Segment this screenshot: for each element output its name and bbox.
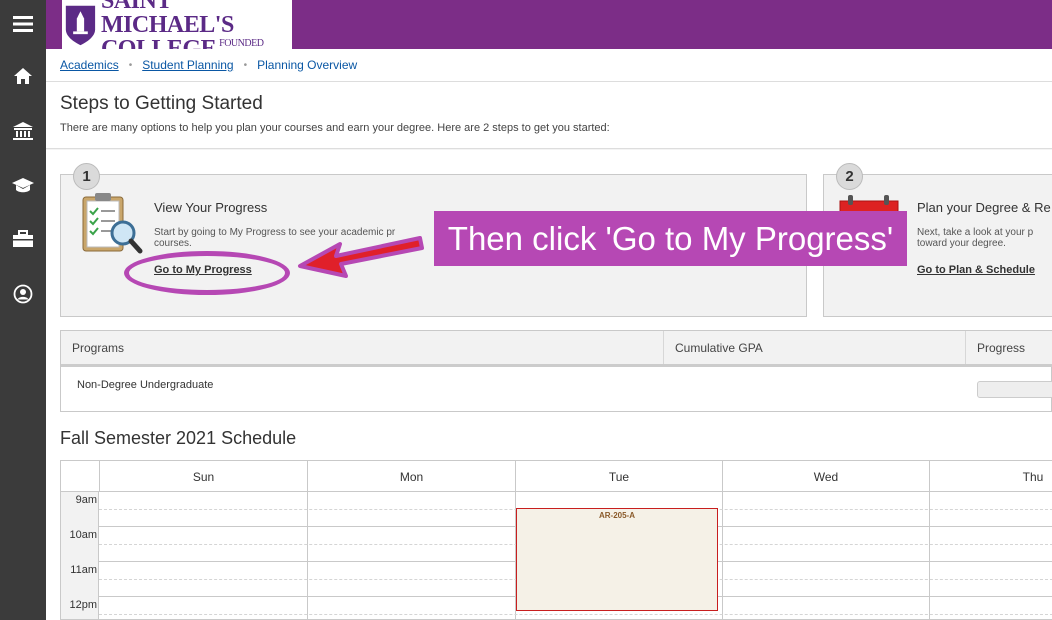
step-title: Plan your Degree & Re [917,200,1051,215]
graduation-cap-icon[interactable] [0,165,46,205]
user-icon[interactable] [0,274,46,314]
time-label: 11am [70,564,97,576]
day-header-mon: Mon [307,461,515,492]
step-description: Next, take a look at your p toward your … [917,227,1052,249]
day-header-wed: Wed [722,461,929,492]
grid-line [722,492,723,619]
top-header: SAINT MICHAEL'S COLLEGE FOUNDED 1904 [46,0,1052,61]
go-to-plan-schedule-link[interactable]: Go to Plan & Schedule [917,264,1035,276]
course-block-ar-205-a[interactable]: AR-205-A [516,508,718,611]
left-sidebar [0,0,46,620]
time-label: 9am [75,494,97,506]
step-description-line1: Next, take a look at your p [917,227,1034,238]
schedule-calendar: Sun Mon Tue Wed Thu 9am 10am 11am 12pm A… [60,460,1052,620]
day-header-thu: Thu [929,461,1052,492]
breadcrumb-separator: • [243,59,248,71]
step-number: 1 [73,163,100,190]
home-icon[interactable] [0,56,46,96]
grid-line [307,492,308,619]
instruction-callout: Then click 'Go to My Progress' [434,211,907,266]
course-label: AR-205-A [598,511,635,520]
programs-table: Programs Cumulative GPA Progress Non-Deg… [60,330,1052,412]
step-title: View Your Progress [154,200,268,215]
breadcrumb: Academics • Student Planning • Planning … [46,49,1052,82]
column-header-programs[interactable]: Programs [61,331,664,364]
steps-header: Steps to Getting Started There are many … [46,82,1052,149]
grid-line [929,492,930,619]
calendar-header: Sun Mon Tue Wed Thu [61,461,1052,492]
shield-icon [65,5,96,45]
highlight-ellipse [124,251,290,295]
time-label: 12pm [69,599,97,611]
time-label: 10am [69,529,97,541]
step-description-line2: toward your degree. [917,238,1006,249]
briefcase-icon[interactable] [0,219,46,259]
logo-line1: SAINT MICHAEL'S [100,0,234,38]
program-name[interactable]: Non-Degree Undergraduate [77,379,213,391]
main-content: Steps to Getting Started There are many … [46,82,1052,620]
schedule-title: Fall Semester 2021 Schedule [60,428,297,448]
clipboard-magnifier-icon [82,193,143,254]
column-header-gpa[interactable]: Cumulative GPA [664,331,966,364]
programs-table-header: Programs Cumulative GPA Progress [61,331,1052,367]
bank-icon[interactable] [0,111,46,151]
step-number: 2 [836,163,863,190]
day-header-tue: Tue [515,461,722,492]
breadcrumb-separator: • [128,59,133,71]
breadcrumb-student-planning[interactable]: Student Planning [142,58,233,72]
college-logo[interactable]: SAINT MICHAEL'S COLLEGE FOUNDED 1904 [62,0,292,61]
page-subtitle: There are many options to help you plan … [60,122,610,134]
column-header-progress[interactable]: Progress [966,331,1052,364]
menu-icon[interactable] [0,4,46,44]
breadcrumb-planning-overview: Planning Overview [257,58,358,72]
progress-bar [977,381,1052,398]
day-header-sun: Sun [99,461,307,492]
arrow-icon [298,236,424,278]
grid-line [99,614,1052,615]
page-title: Steps to Getting Started [60,93,263,114]
breadcrumb-academics[interactable]: Academics [60,58,119,72]
